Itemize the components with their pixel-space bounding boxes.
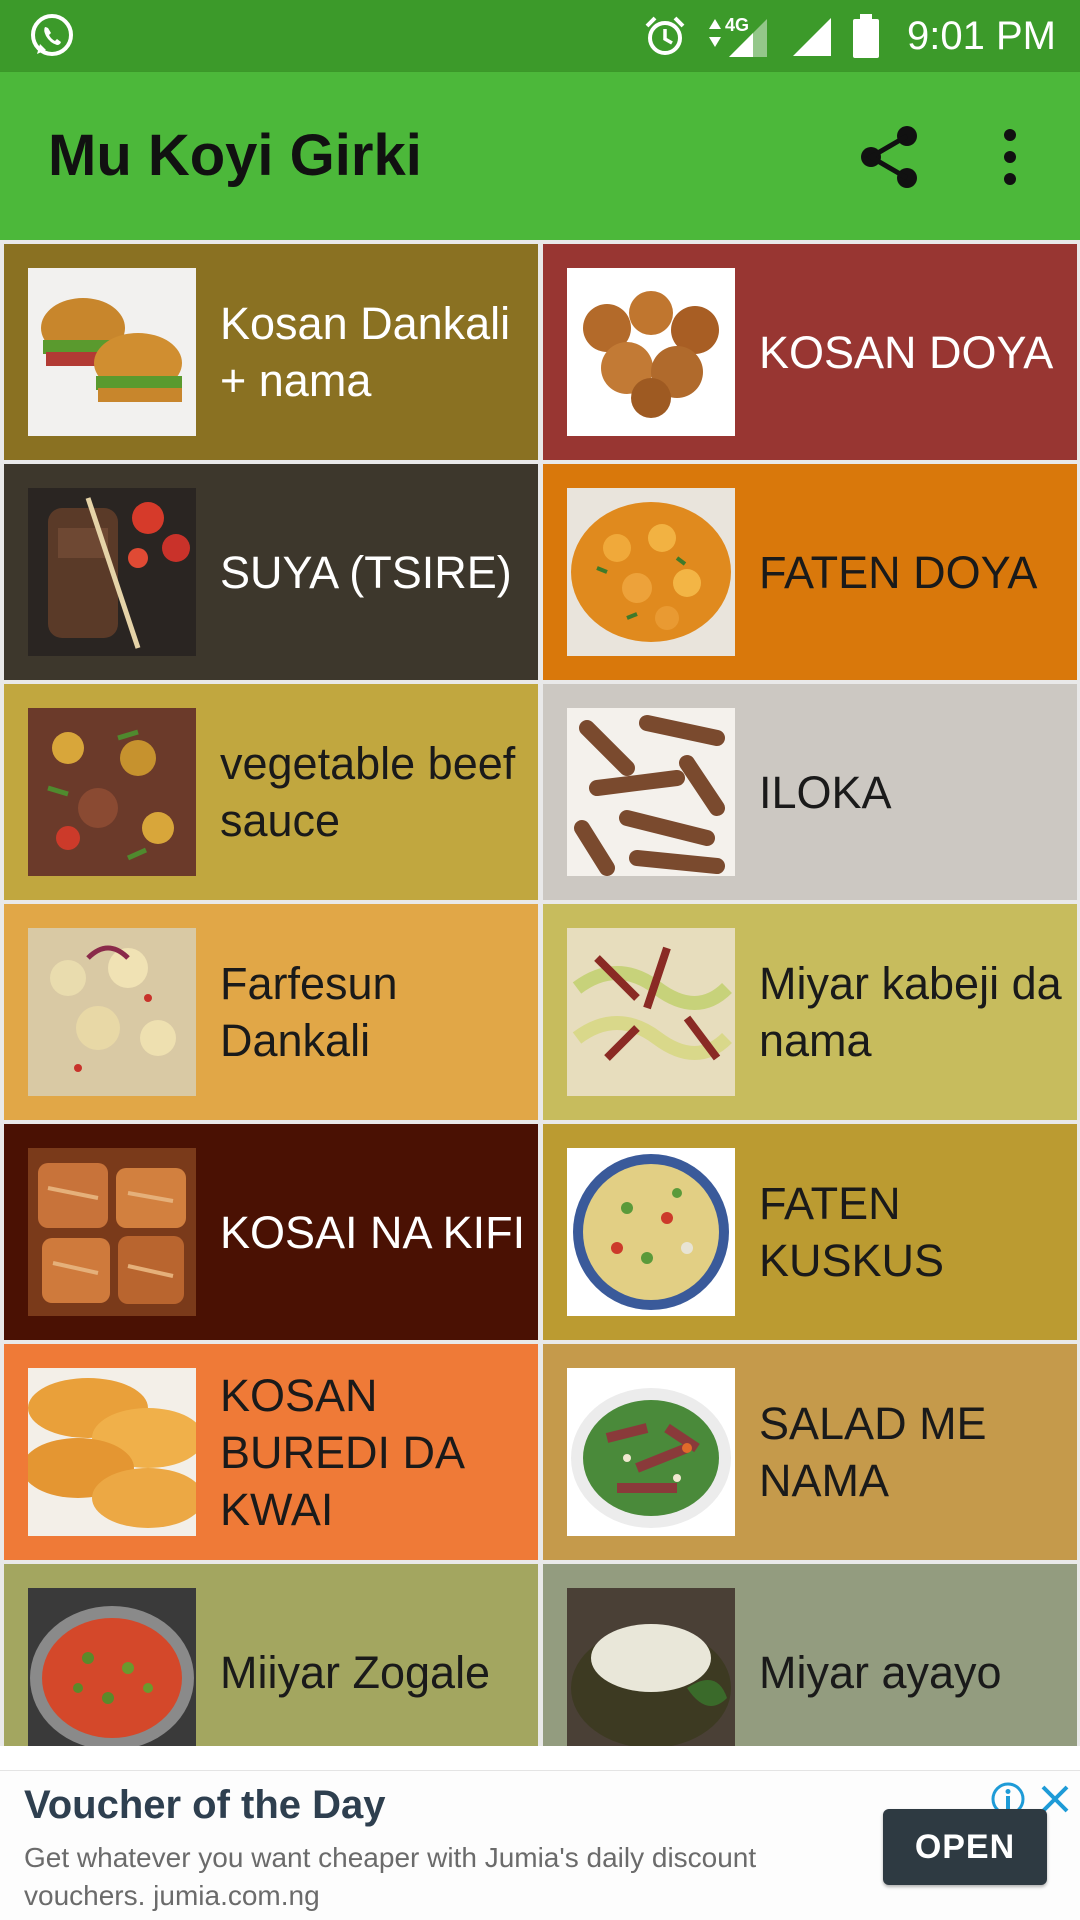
recipe-label: FATEN KUSKUS [759, 1178, 945, 1286]
recipe-tile[interactable]: FATEN KUSKUS [543, 1124, 1077, 1340]
status-time: 9:01 PM [907, 13, 1056, 58]
beef-sauce-photo [28, 708, 196, 876]
recipe-label: SALAD ME NAMA [759, 1398, 987, 1506]
recipe-label: KOSAN DOYA [759, 326, 1054, 378]
recipe-tile[interactable]: Miiyar Zogale [4, 1564, 538, 1746]
recipe-tile[interactable]: Kosan Dankali + nama [4, 244, 538, 460]
signal-4g-icon: 4G [709, 15, 768, 57]
ayayo-soup-photo [567, 1588, 735, 1746]
recipe-tile[interactable]: SUYA (TSIRE) [4, 464, 538, 680]
recipe-tile[interactable]: KOSAN DOYA [543, 244, 1077, 460]
recipe-tile[interactable]: KOSAI NA KIFI [4, 1124, 538, 1340]
recipe-label: SUYA (TSIRE) [220, 546, 512, 598]
share-icon[interactable] [855, 122, 925, 192]
recipe-tile[interactable]: vegetable beef sauce [4, 684, 538, 900]
potato-pepper-soup-photo [28, 928, 196, 1096]
recipe-tile[interactable]: KOSAN BUREDI DA KWAI [4, 1344, 538, 1560]
couscous-salad-photo [567, 1148, 735, 1316]
recipe-label: vegetable beef sauce [220, 738, 516, 846]
more-vert-icon[interactable] [985, 122, 1035, 192]
recipe-label: Miiyar Zogale [220, 1646, 491, 1698]
app-bar: Mu Koyi Girki [0, 72, 1080, 240]
ad-description[interactable]: Get whatever you want cheaper with Jumia… [24, 1839, 844, 1915]
burger-photo [28, 268, 196, 436]
cabbage-stir-fry-photo [567, 928, 735, 1096]
recipe-tile[interactable]: Miyar ayayo [543, 1564, 1077, 1746]
grilled-fish-photo [28, 1148, 196, 1316]
recipe-tile[interactable]: SALAD ME NAMA [543, 1344, 1077, 1560]
meat-salad-photo [567, 1368, 735, 1536]
recipe-tile[interactable]: ILOKA [543, 684, 1077, 900]
recipe-label: ILOKA [759, 766, 892, 818]
alarm-icon [645, 16, 685, 55]
network-label: 4G [725, 15, 749, 35]
bread-fritters-photo [28, 1368, 196, 1536]
recipe-label: KOSAN BUREDI DA KWAI [220, 1369, 463, 1535]
recipe-label: Farfesun Dankali [220, 958, 398, 1066]
recipe-tile[interactable]: FATEN DOYA [543, 464, 1077, 680]
zogale-soup-photo [28, 1588, 196, 1746]
status-bar: 4G 9:01 PM [0, 0, 1080, 72]
recipe-grid: Kosan Dankali + nama KOSAN DOYA SUYA (TS… [0, 240, 1080, 1746]
iloka-sticks-photo [567, 708, 735, 876]
whatsapp-icon [31, 14, 73, 56]
recipe-label: FATEN DOYA [759, 546, 1038, 598]
ad-banner[interactable]: Voucher of the Day Get whatever you want… [0, 1770, 1080, 1920]
ad-open-button[interactable]: OPEN [883, 1809, 1047, 1885]
recipe-label: Miyar ayayo [759, 1646, 1002, 1698]
app-title: Mu Koyi Girki [48, 123, 422, 188]
recipe-label: Miyar kabeji da nama [759, 958, 1062, 1066]
recipe-label: Kosan Dankali + nama [220, 298, 511, 406]
ad-title[interactable]: Voucher of the Day [24, 1783, 386, 1828]
recipe-tile[interactable]: Miyar kabeji da nama [543, 904, 1077, 1120]
suya-skewer-photo [28, 488, 196, 656]
recipe-tile[interactable]: Farfesun Dankali [4, 904, 538, 1120]
battery-icon [853, 14, 880, 58]
recipe-label: KOSAI NA KIFI [220, 1206, 526, 1258]
signal-icon [793, 18, 832, 56]
yam-porridge-photo [567, 488, 735, 656]
fried-yam-balls-photo [567, 268, 735, 436]
